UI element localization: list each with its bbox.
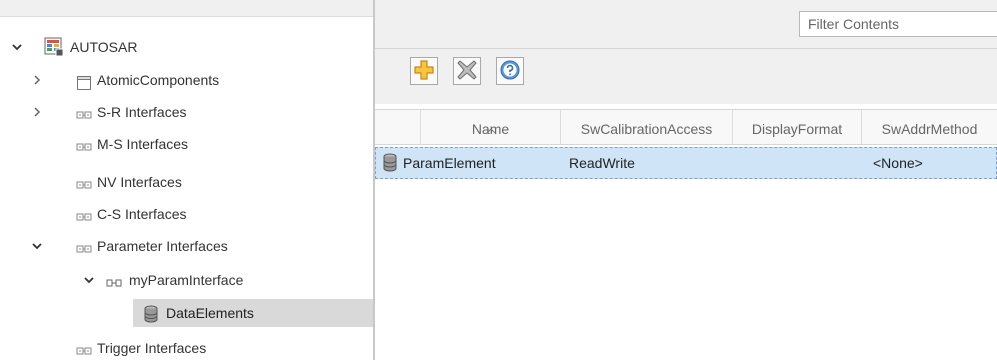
tree-header-bar <box>0 0 373 17</box>
tree-node-label: M-S Interfaces <box>97 136 189 152</box>
tree-node-my-param-interface[interactable]: myParamInterface <box>0 266 373 294</box>
tree-node-label: AUTOSAR <box>70 39 138 55</box>
column-header-swcalibrationaccess[interactable]: SwCalibrationAccess <box>561 110 733 144</box>
tree-node-nv-interfaces[interactable]: NV Interfaces <box>0 168 373 196</box>
help-button[interactable] <box>496 57 524 85</box>
tree-node-label: DataElements <box>166 305 254 321</box>
help-icon <box>499 59 521 84</box>
cell-swcalibrationaccess[interactable]: ReadWrite <box>569 148 635 178</box>
tree-node-parameter-interfaces[interactable]: Parameter Interfaces <box>0 232 373 260</box>
cell-name[interactable]: ParamElement <box>403 148 496 178</box>
components-icon <box>76 72 92 90</box>
table-header: Name SwCalibrationAccess DisplayFormat S… <box>375 109 997 145</box>
chevron-down-icon[interactable] <box>30 232 44 260</box>
tree-node-cs-interfaces[interactable]: C-S Interfaces <box>0 200 373 228</box>
column-header-displayformat[interactable]: DisplayFormat <box>733 110 862 144</box>
filter-bar <box>375 0 997 49</box>
column-header-name[interactable]: Name <box>421 110 561 144</box>
filter-box <box>799 11 997 37</box>
add-icon <box>413 59 435 84</box>
tree-node-label: AtomicComponents <box>97 72 220 88</box>
interface-icon <box>106 272 122 288</box>
tree-node-autosar[interactable]: AUTOSAR <box>0 33 373 61</box>
toolbar <box>375 49 997 104</box>
interfaces-icon <box>76 238 92 254</box>
column-header-swaddrmethod[interactable]: SwAddrMethod <box>862 110 997 144</box>
sort-ascending-icon <box>485 111 497 144</box>
chevron-down-icon[interactable] <box>82 266 96 294</box>
chevron-down-icon[interactable] <box>10 33 24 61</box>
interfaces-icon <box>76 104 92 120</box>
tree-node-label: S-R Interfaces <box>97 104 187 120</box>
interfaces-icon <box>76 174 92 190</box>
autosar-package-icon <box>44 37 64 57</box>
database-icon <box>382 153 398 173</box>
tree-node-label: Parameter Interfaces <box>97 238 228 254</box>
tree-node-ms-interfaces[interactable]: M-S Interfaces <box>0 130 373 158</box>
table-row[interactable]: ParamElement ReadWrite <None> <box>375 147 997 179</box>
tree-node-trigger-interfaces[interactable]: Trigger Interfaces <box>0 334 373 360</box>
content-pane: Name SwCalibrationAccess DisplayFormat S… <box>375 0 997 360</box>
column-header-label: SwCalibrationAccess <box>580 121 713 137</box>
delete-icon <box>456 59 478 84</box>
tree-node-sr-interfaces[interactable]: S-R Interfaces <box>0 98 373 126</box>
chevron-right-icon[interactable] <box>30 98 44 126</box>
database-icon <box>143 304 159 323</box>
filter-contents-input[interactable] <box>800 12 996 36</box>
column-header-label: DisplayFormat <box>751 121 843 137</box>
tree-node-label: C-S Interfaces <box>97 206 187 222</box>
interfaces-icon <box>76 206 92 222</box>
interfaces-icon <box>76 340 92 356</box>
chevron-right-icon[interactable] <box>30 66 44 94</box>
column-header-label: SwAddrMethod <box>881 121 978 137</box>
cell-swaddrmethod[interactable]: <None> <box>873 148 923 178</box>
tree-node-label: Trigger Interfaces <box>97 340 207 356</box>
tree-node-label: myParamInterface <box>129 272 244 288</box>
tree-node-atomic-components[interactable]: AtomicComponents <box>0 66 373 94</box>
delete-button[interactable] <box>453 57 481 85</box>
tree-node-data-elements[interactable]: DataElements <box>133 299 373 327</box>
add-button[interactable] <box>410 57 438 85</box>
column-header-icon <box>375 110 421 144</box>
interfaces-icon <box>76 136 92 152</box>
tree-node-label: NV Interfaces <box>97 174 182 190</box>
tree-pane: AUTOSAR AtomicComponents S-R Interfaces … <box>0 0 373 360</box>
